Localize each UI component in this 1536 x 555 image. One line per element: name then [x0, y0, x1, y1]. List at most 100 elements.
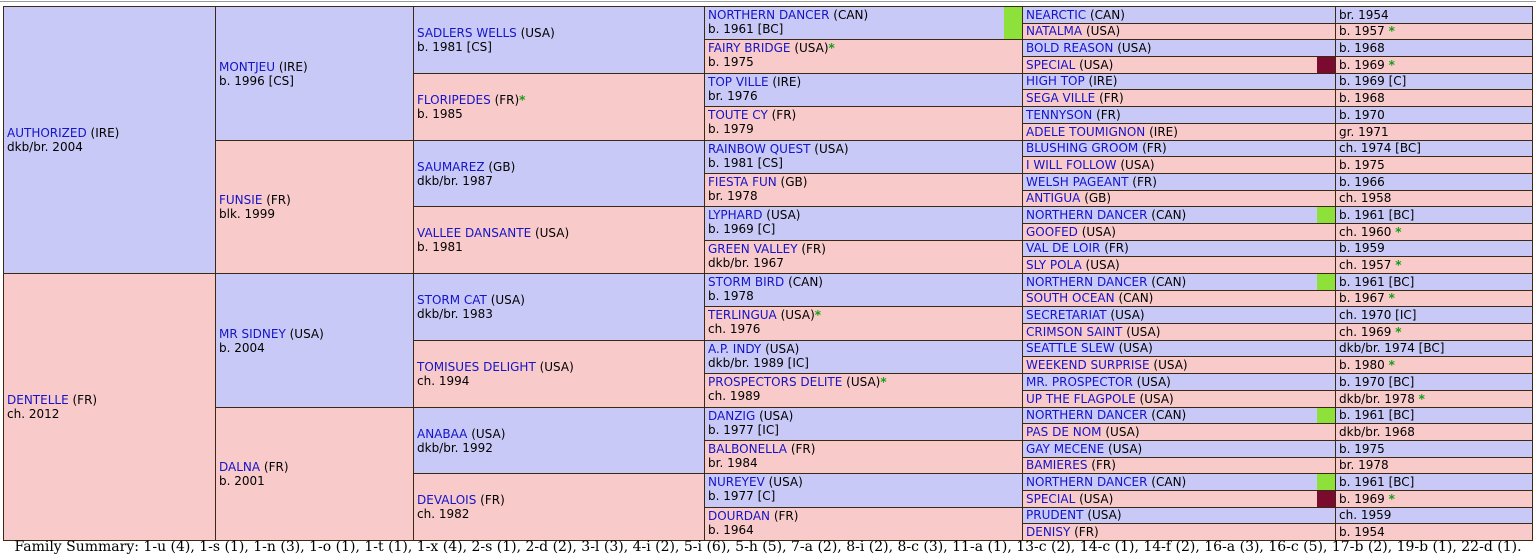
horse-name-link[interactable]: ANABAA	[417, 427, 467, 441]
gen4-ancestor-cell: NUREYEV (USA) b. 1977 [C]	[704, 473, 1024, 508]
horse-name-link[interactable]: DALNA	[219, 460, 260, 474]
gen5-ancestor-cell: TENNYSON (FR)	[1022, 106, 1337, 124]
horse-country: (USA)	[1079, 58, 1114, 72]
gen3-ancestor-cell: FLORIPEDES (FR)* b. 1985	[413, 73, 706, 141]
horse-name-line: DEVALOIS (FR)	[417, 493, 702, 507]
horse-name-link[interactable]: FAIRY BRIDGE	[708, 41, 791, 55]
horse-name-link[interactable]: CRIMSON SAINT	[1026, 325, 1122, 339]
horse-name-link[interactable]: DENTELLE	[7, 393, 69, 407]
horse-name-line: LYPHARD (USA)	[708, 208, 1020, 222]
horse-name-link[interactable]: BLUSHING GROOM	[1026, 141, 1138, 155]
horse-name-link[interactable]: VALLEE DANSANTE	[417, 226, 531, 240]
horse-name-line: TOMISUES DELIGHT (USA)	[417, 360, 702, 374]
horse-name-link[interactable]: MR SIDNEY	[219, 327, 286, 341]
horse-name-link[interactable]: TOMISUES DELIGHT	[417, 360, 536, 374]
horse-info: b. 1969 [C]	[1339, 74, 1407, 88]
horse-name-link[interactable]: I WILL FOLLOW	[1026, 158, 1117, 172]
gen5-ancestor-cell: CRIMSON SAINT (USA)	[1022, 323, 1337, 341]
horse-name-link[interactable]: PAS DE NOM	[1026, 425, 1102, 439]
horse-info: b. 1961 [BC]	[708, 22, 784, 36]
horse-country: (USA)	[285, 326, 324, 341]
horse-name-link[interactable]: VAL DE LOIR	[1026, 241, 1100, 255]
horse-name-link[interactable]: TOUTE CY	[708, 108, 768, 122]
horse-info: dkb/br. 1983	[417, 307, 493, 321]
horse-name-link[interactable]: LYPHARD	[708, 208, 762, 222]
gen5-info-cell: dkb/br. 1974 [BC]	[1335, 340, 1533, 357]
horse-name-link[interactable]: PRUDENT	[1026, 508, 1084, 522]
horse-name-link[interactable]: SEGA VILLE	[1026, 91, 1095, 105]
horse-name-link[interactable]: AUTHORIZED	[7, 126, 87, 140]
horse-name-link[interactable]: NORTHERN DANCER	[1026, 208, 1147, 222]
horse-country: (FR)	[767, 108, 797, 122]
horse-name-link[interactable]: ANTIGUA	[1026, 191, 1080, 205]
horse-name-link[interactable]: SPECIAL	[1026, 492, 1075, 506]
gen5-ancestor-cell: I WILL FOLLOW (USA)	[1022, 156, 1337, 174]
horse-name-link[interactable]: DEVALOIS	[417, 493, 476, 507]
horse-name-link[interactable]: DOURDAN	[708, 509, 770, 523]
horse-name-link[interactable]: A.P. INDY	[708, 342, 761, 356]
horse-name-link[interactable]: FUNSIE	[219, 193, 262, 207]
horse-info: b. 1980	[1339, 358, 1385, 372]
horse-name-link[interactable]: SPECIAL	[1026, 58, 1075, 72]
horse-name-link[interactable]: NORTHERN DANCER	[708, 8, 829, 22]
horse-name-link[interactable]: MONTJEU	[219, 60, 275, 74]
horse-name-link[interactable]: WEEKEND SURPRISE	[1026, 358, 1150, 372]
gen5-info-cell: b. 1968	[1335, 39, 1533, 57]
horse-name-link[interactable]: WELSH PAGEANT	[1026, 175, 1128, 189]
horse-name-link[interactable]: BALBONELLA	[708, 442, 787, 456]
horse-name-link[interactable]: FIESTA FUN	[708, 175, 777, 189]
horse-name-link[interactable]: ADELE TOUMIGNON	[1026, 125, 1145, 139]
horse-name-link[interactable]: GOOFED	[1026, 225, 1078, 239]
horse-name-line: RAINBOW QUEST (USA)	[708, 142, 1020, 156]
horse-info: ch. 1958	[1339, 191, 1392, 205]
gen5-info-cell: b. 1957 *	[1335, 23, 1533, 40]
horse-name-link[interactable]: DENISY	[1026, 525, 1070, 539]
horse-name-link[interactable]: NEARCTIC	[1026, 8, 1086, 22]
horse-name-link[interactable]: SADLERS WELLS	[417, 26, 517, 40]
horse-name-link[interactable]: TOP VILLE	[708, 75, 769, 89]
horse-country: (USA)	[467, 426, 506, 441]
gen5-ancestor-cell: BOLD REASON (USA)	[1022, 39, 1337, 57]
horse-name-link[interactable]: BOLD REASON	[1026, 41, 1113, 55]
horse-country: (IRE)	[275, 59, 308, 74]
gen2-ancestor-cell: FUNSIE (FR) blk. 1999	[215, 140, 415, 274]
horse-name-link[interactable]: BAMIERES	[1026, 458, 1087, 472]
horse-name-link[interactable]: UP THE FLAGPOLE	[1026, 392, 1136, 406]
horse-name-link[interactable]: TERLINGUA	[708, 308, 777, 322]
horse-name-link[interactable]: SAUMAREZ	[417, 160, 485, 174]
horse-info: b. 1981	[417, 240, 463, 254]
horse-name-link[interactable]: GREEN VALLEY	[708, 242, 798, 256]
horse-name-link[interactable]: PROSPECTORS DELITE	[708, 375, 842, 389]
horse-name-line: A.P. INDY (USA)	[708, 342, 1020, 356]
star-marker: *	[519, 93, 526, 107]
horse-name-link[interactable]: HIGH TOP	[1026, 74, 1085, 88]
horse-name-link[interactable]: SECRETARIAT	[1026, 308, 1107, 322]
horse-name-link[interactable]: SOUTH OCEAN	[1026, 291, 1115, 305]
gen4-ancestor-cell: FAIRY BRIDGE (USA)* b. 1975	[704, 39, 1024, 74]
horse-name-link[interactable]: MR. PROSPECTOR	[1026, 375, 1133, 389]
gen4-ancestor-cell: FIESTA FUN (GB) br. 1978	[704, 173, 1024, 207]
gen5-ancestor-cell: SEGA VILLE (FR)	[1022, 89, 1337, 107]
horse-name-link[interactable]: FLORIPEDES	[417, 93, 491, 107]
horse-name-link[interactable]: SLY POLA	[1026, 258, 1082, 272]
horse-name-link[interactable]: NORTHERN DANCER	[1026, 475, 1147, 489]
horse-name-link[interactable]: GAY MECENE	[1026, 442, 1104, 456]
horse-name-link[interactable]: SEATTLE SLEW	[1026, 341, 1115, 355]
horse-country: (USA)	[1153, 358, 1188, 372]
gen5-ancestor-cell: MR. PROSPECTOR (USA)	[1022, 373, 1337, 391]
horse-name-link[interactable]: STORM CAT	[417, 293, 487, 307]
horse-name-link[interactable]: NUREYEV	[708, 475, 765, 489]
horse-name-line: FLORIPEDES (FR)*	[417, 93, 702, 107]
horse-name-link[interactable]: STORM BIRD	[708, 275, 784, 289]
horse-info: ch. 1969	[1339, 325, 1392, 339]
gen4-ancestor-cell: DANZIG (USA) b. 1977 [IC]	[704, 407, 1024, 441]
horse-name-link[interactable]: NORTHERN DANCER	[1026, 408, 1147, 422]
horse-name-link[interactable]: NORTHERN DANCER	[1026, 275, 1147, 289]
horse-name-link[interactable]: DANZIG	[708, 409, 755, 423]
horse-country: (FR)	[262, 193, 291, 207]
gen5-ancestor-cell: WEEKEND SURPRISE (USA)	[1022, 356, 1337, 374]
horse-name-link[interactable]: TENNYSON	[1026, 108, 1092, 122]
horse-name-link[interactable]: NATALMA	[1026, 24, 1082, 38]
horse-info: ch. 1957	[1339, 258, 1392, 272]
horse-name-link[interactable]: RAINBOW QUEST	[708, 142, 810, 156]
